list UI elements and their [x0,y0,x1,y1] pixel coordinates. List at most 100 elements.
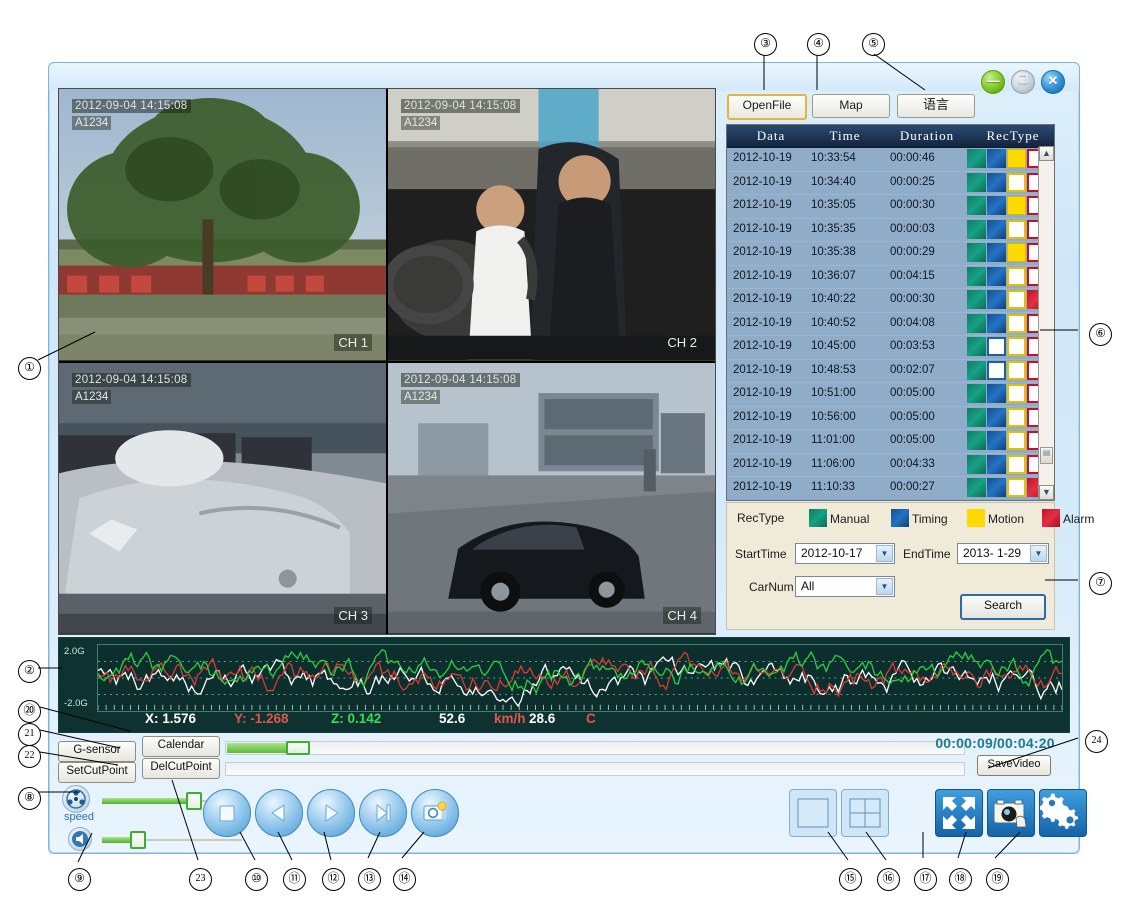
rectype-motion-indicator [1007,407,1026,427]
cell-duration: 00:00:29 [890,246,935,258]
setcutpoint-button[interactable]: SetCutPoint [58,762,136,783]
table-row[interactable]: 2012-10-19 10:56:00 00:05:00 [727,407,1054,430]
gsensor-series-y [98,651,1062,698]
osd-channel-label: CH 1 [334,333,372,351]
table-row[interactable]: 2012-10-19 10:34:40 00:00:25 [727,172,1054,195]
cell-rectype [967,243,1047,263]
stop-button[interactable] [203,789,251,837]
callout-marker: ⑳ [18,700,41,723]
callout-marker: ⑬ [358,868,381,891]
scrollbar-thumb[interactable]: ▤ [1040,447,1053,464]
table-row[interactable]: 2012-10-19 10:35:05 00:00:30 [727,195,1054,219]
osd-timestamp: 2012-09-04 14:15:08 [72,372,191,387]
video-panel-ch1[interactable]: 2012-09-04 14:15:08 A1234 CH 1 [59,89,386,361]
video-panel-ch3[interactable]: 2012-09-04 14:15:08 A1234 CH 3 [59,362,386,634]
cutpoint-track[interactable] [225,762,965,776]
scroll-down-icon[interactable]: ▼ [1039,485,1054,500]
table-row[interactable]: 2012-10-19 10:36:07 00:04:15 [727,266,1054,289]
volume-slider[interactable] [102,831,242,849]
cell-time: 10:56:00 [811,410,856,423]
single-view-icon [797,798,829,828]
cell-time: 10:35:35 [811,222,856,235]
table-row[interactable]: 2012-10-19 11:10:33 00:00:27 [727,477,1054,500]
rectype-motion-indicator [1007,266,1026,286]
cell-date: 2012-10-19 [733,410,792,423]
legend-timing-label: Timing [912,512,948,526]
cell-duration: 00:00:46 [890,152,935,164]
callout-marker: ⑯ [877,868,900,891]
quad-view-button[interactable] [841,789,889,837]
search-button[interactable]: Search [960,594,1046,620]
volume-icon[interactable] [68,827,92,851]
timeline-thumb[interactable] [286,741,310,755]
cell-time: 10:35:05 [811,199,856,211]
table-row[interactable]: 2012-10-19 10:33:54 00:00:46 [727,148,1054,172]
scroll-up-icon[interactable]: ▲ [1039,146,1054,161]
language-button[interactable]: 语言 [897,94,975,118]
endtime-select[interactable]: 2013- 1-29 ▼ [957,543,1049,564]
recording-list[interactable]: Data Time Duration RecType 2012-10-19 10:… [726,124,1055,501]
snapshot-button[interactable] [411,789,459,837]
osd-channel-label: CH 3 [334,607,372,624]
callout-marker: 21 [18,723,41,746]
starttime-label: StartTime [735,547,787,561]
cell-date: 2012-10-19 [733,481,792,493]
cell-rectype [967,454,1047,475]
video-panel-ch2[interactable]: 2012-09-04 14:15:08 A1234 CH 2 [388,89,715,361]
cell-rectype [967,478,1047,498]
cell-duration: 00:03:53 [890,340,935,352]
capture-button[interactable] [987,789,1035,837]
osd-timestamp: 2012-09-04 14:15:08 [401,99,520,113]
gsensor-button[interactable]: G-sensor [58,741,136,762]
maximize-icon: ❐ [1018,74,1028,86]
speed-icon[interactable] [62,785,90,813]
delcutpoint-button[interactable]: DelCutPoint [142,758,220,779]
table-row[interactable]: 2012-10-1911:11:0000:00:34 [727,501,1054,502]
settings-button[interactable] [1038,789,1087,837]
osd-car-number: A1234 [72,389,112,404]
cell-duration: 00:00:25 [890,175,935,188]
chevron-down-icon[interactable]: ▼ [876,545,893,562]
map-button[interactable]: Map [812,94,890,118]
calendar-button[interactable]: Calendar [142,736,220,757]
rectype-motion-indicator [1007,219,1026,239]
speed-thumb[interactable] [186,792,202,810]
table-row[interactable]: 2012-10-19 10:45:00 00:03:53 [727,336,1054,360]
single-view-button[interactable] [789,789,837,837]
column-header-time: Time [829,128,861,143]
cell-duration: 00:00:30 [890,293,935,305]
table-row[interactable]: 2012-10-19 10:51:00 00:05:00 [727,383,1054,407]
table-row[interactable]: 2012-10-19 10:40:52 00:04:08 [727,313,1054,336]
callout-marker: ⑰ [914,868,937,891]
table-row[interactable]: 2012-10-19 10:40:22 00:00:30 [727,289,1054,313]
step-forward-button[interactable] [359,789,407,837]
rectype-timing-indicator [987,172,1006,192]
savevideo-button[interactable]: SaveVideo [977,755,1051,776]
table-row[interactable]: 2012-10-19 11:01:00 00:05:00 [727,430,1054,454]
openfile-button[interactable]: OpenFile [727,94,807,120]
table-row[interactable]: 2012-10-19 10:35:35 00:00:03 [727,219,1054,242]
chevron-down-icon[interactable]: ▼ [876,578,893,595]
rectype-motion-indicator [1007,337,1026,356]
gsensor-plot[interactable] [97,644,1063,712]
right-panel: OpenFile Map 语言 Data Time Duration RecTy… [721,88,1094,633]
table-row[interactable]: 2012-10-19 10:35:38 00:00:29 [727,242,1054,266]
rewind-button[interactable] [255,789,303,837]
table-row[interactable]: 2012-10-19 11:06:00 00:04:33 [727,454,1054,477]
snapshot-icon [423,801,447,821]
rectype-manual-indicator [967,454,986,474]
chevron-down-icon[interactable]: ▼ [1030,545,1047,562]
table-row[interactable]: 2012-10-19 10:48:53 00:02:07 [727,360,1054,383]
list-scrollbar[interactable]: ▲ ▤ ▼ [1038,146,1054,500]
cell-duration: 00:00:27 [890,481,935,493]
fullscreen-button[interactable] [935,789,983,837]
video-grid: 2012-09-04 14:15:08 A1234 CH 1 2012-09-0… [58,88,716,635]
starttime-select[interactable]: 2012-10-17 ▼ [795,543,895,564]
play-button[interactable] [307,789,355,837]
volume-thumb[interactable] [130,831,146,849]
cell-rectype [967,266,1047,287]
timeline-slider[interactable] [225,741,965,755]
speed-fill [102,798,190,804]
video-panel-ch4[interactable]: 2012-09-04 14:15:08 A1234 CH 4 [388,362,715,634]
carnum-select[interactable]: All ▼ [795,576,895,597]
